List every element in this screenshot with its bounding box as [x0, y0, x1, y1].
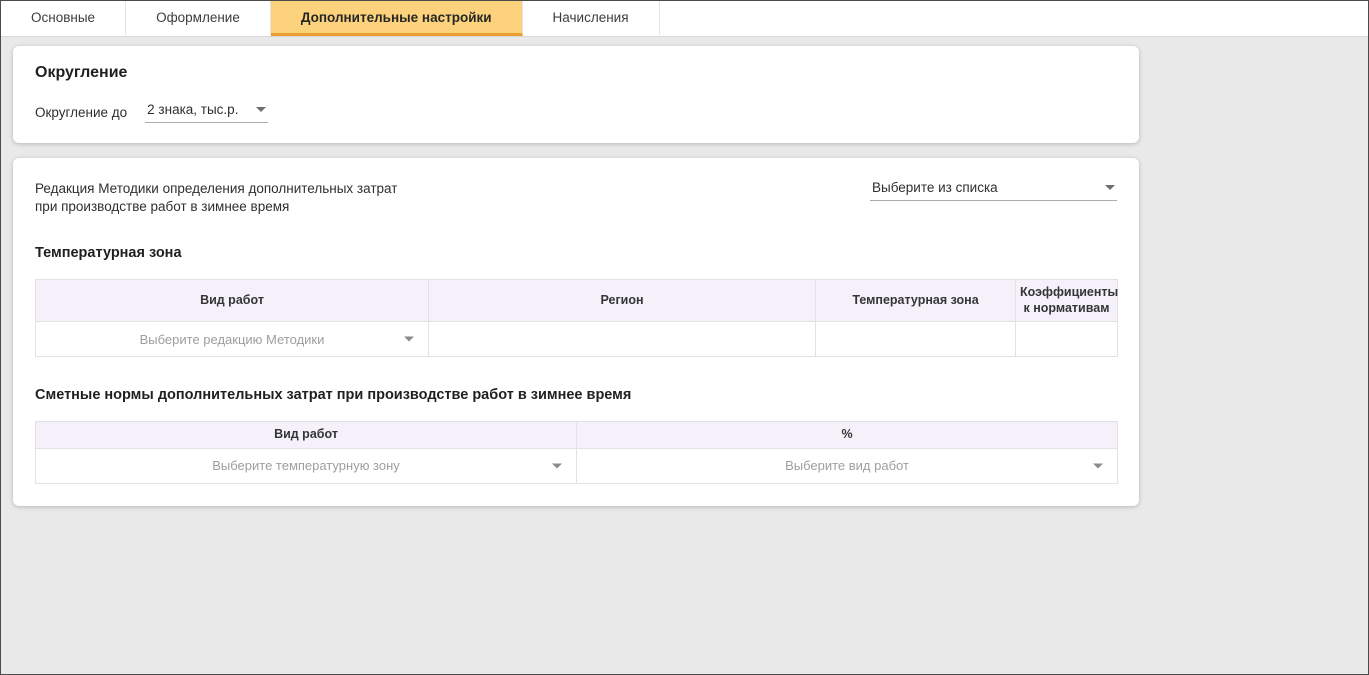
- rounding-label: Округление до: [35, 105, 127, 120]
- work-type-select[interactable]: Выберите вид работ: [577, 448, 1118, 483]
- temperature-zone-title: Температурная зона: [35, 245, 1117, 261]
- work-type-placeholder: Выберите вид работ: [785, 458, 909, 473]
- chevron-down-icon: [1093, 463, 1103, 468]
- column-header-percent: %: [577, 422, 1118, 449]
- column-header-coefficients: Коэффициенты к нормативам: [1016, 280, 1118, 322]
- tab-osnovnye[interactable]: Основные: [1, 1, 126, 36]
- winter-norms-header-row: Вид работ %: [36, 422, 1118, 449]
- chevron-down-icon: [404, 337, 414, 342]
- rounding-precision-value: 2 знака, тыс.р.: [147, 102, 238, 117]
- temperature-zone-placeholder: Выберите температурную зону: [212, 458, 400, 473]
- content-area: Округление Округление до 2 знака, тыс.р.…: [1, 37, 1368, 515]
- chevron-down-icon: [256, 107, 266, 112]
- temperature-zone-table: Вид работ Регион Температурная зона Коэф…: [35, 279, 1118, 357]
- tab-nachisleniya[interactable]: Начисления: [523, 1, 660, 36]
- tab-bar: Основные Оформление Дополнительные настр…: [1, 1, 1368, 37]
- winter-norms-table: Вид работ % Выберите температурную зону …: [35, 421, 1118, 484]
- region-cell-empty: [429, 322, 816, 357]
- methodology-edition-select[interactable]: Выберите редакцию Методики: [36, 322, 429, 357]
- column-header-work-type: Вид работ: [36, 422, 577, 449]
- rounding-title: Округление: [35, 64, 1117, 82]
- table-row: Выберите редакцию Методики: [36, 322, 1118, 357]
- rounding-precision-dropdown[interactable]: 2 знака, тыс.р.: [145, 102, 268, 123]
- methodology-label-line1: Редакция Методики определения дополнител…: [35, 180, 397, 198]
- chevron-down-icon: [1105, 185, 1115, 190]
- column-header-work-type: Вид работ: [36, 280, 429, 322]
- methodology-label: Редакция Методики определения дополнител…: [35, 180, 397, 215]
- methodology-label-line2: при производстве работ в зимнее время: [35, 198, 397, 216]
- methodology-dropdown[interactable]: Выберите из списка: [870, 180, 1117, 201]
- column-header-region: Регион: [429, 280, 816, 322]
- winter-settings-card: Редакция Методики определения дополнител…: [13, 158, 1139, 506]
- column-header-temperature-zone: Температурная зона: [816, 280, 1016, 322]
- window: Основные Оформление Дополнительные настр…: [1, 1, 1368, 515]
- temperature-zone-select[interactable]: Выберите температурную зону: [36, 448, 577, 483]
- methodology-row: Редакция Методики определения дополнител…: [35, 180, 1117, 215]
- tab-oformlenie[interactable]: Оформление: [126, 1, 271, 36]
- rounding-field-row: Округление до 2 знака, тыс.р.: [35, 102, 1117, 123]
- coefficients-cell-empty: [1016, 322, 1118, 357]
- temperature-zone-header-row: Вид работ Регион Температурная зона Коэф…: [36, 280, 1118, 322]
- table-row: Выберите температурную зону Выберите вид…: [36, 448, 1118, 483]
- chevron-down-icon: [552, 463, 562, 468]
- methodology-dropdown-value: Выберите из списка: [872, 180, 998, 195]
- methodology-edition-placeholder: Выберите редакцию Методики: [140, 332, 325, 347]
- tab-dopolnitelnye-nastroyki[interactable]: Дополнительные настройки: [271, 1, 523, 36]
- rounding-card: Округление Округление до 2 знака, тыс.р.: [13, 46, 1139, 143]
- winter-norms-title: Сметные нормы дополнительных затрат при …: [35, 387, 1117, 403]
- temperature-zone-cell-empty: [816, 322, 1016, 357]
